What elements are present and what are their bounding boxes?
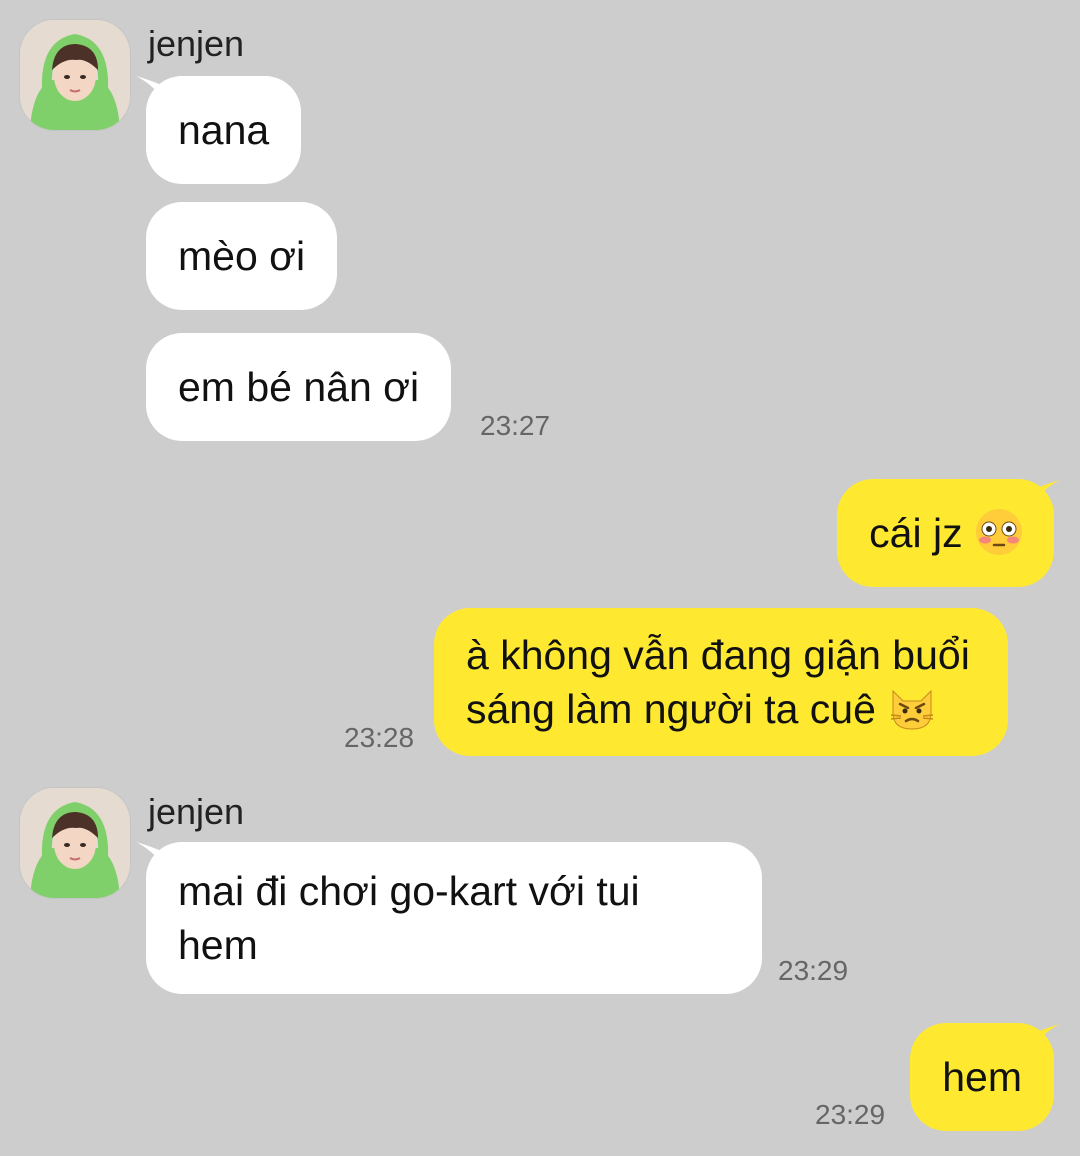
message-text-line: à không vẫn đang giận buổi xyxy=(466,632,970,678)
message-timestamp: 23:29 xyxy=(778,955,849,986)
message-text-line: sáng làm người ta cuê xyxy=(466,682,970,736)
message-text: hem xyxy=(942,1054,1022,1100)
message-text: mèo ơi xyxy=(178,233,306,279)
message-bubble-incoming[interactable]: mai đi chơi go-kart với tui hem xyxy=(146,842,762,994)
avatar[interactable] xyxy=(20,20,130,130)
avatar[interactable] xyxy=(20,788,130,898)
profile-photo xyxy=(20,20,130,130)
profile-photo xyxy=(20,788,130,898)
message-timestamp: 23:28 xyxy=(344,722,415,753)
flushed-face-icon xyxy=(976,509,1022,555)
message-text: nana xyxy=(178,107,270,153)
message-timestamp: 23:27 xyxy=(480,410,551,441)
message-bubble-incoming[interactable]: nana xyxy=(146,76,302,184)
sender-name: jenjen xyxy=(148,791,245,832)
message-text: cái jz xyxy=(869,510,963,556)
message-bubble-incoming[interactable]: em bé nân ơi xyxy=(146,333,452,441)
message-bubble-outgoing[interactable]: à không vẫn đang giận buổi sáng làm ngườ… xyxy=(434,608,1008,756)
message-text: em bé nân ơi xyxy=(178,364,420,410)
sender-name: jenjen xyxy=(148,23,245,64)
bubble-tail xyxy=(136,76,164,100)
message-text-line: mai đi chơi go-kart với tui xyxy=(178,868,640,914)
message-text-line: hem xyxy=(178,922,258,968)
pouting-cat-icon xyxy=(891,689,934,730)
bubble-tail xyxy=(1032,1024,1060,1048)
message-timestamp: 23:29 xyxy=(815,1099,886,1130)
message-bubble-outgoing[interactable]: cái jz xyxy=(837,479,1054,587)
bubble-tail xyxy=(136,842,164,866)
bubble-tail xyxy=(1032,480,1060,504)
message-bubble-incoming[interactable]: mèo ơi xyxy=(146,202,338,310)
